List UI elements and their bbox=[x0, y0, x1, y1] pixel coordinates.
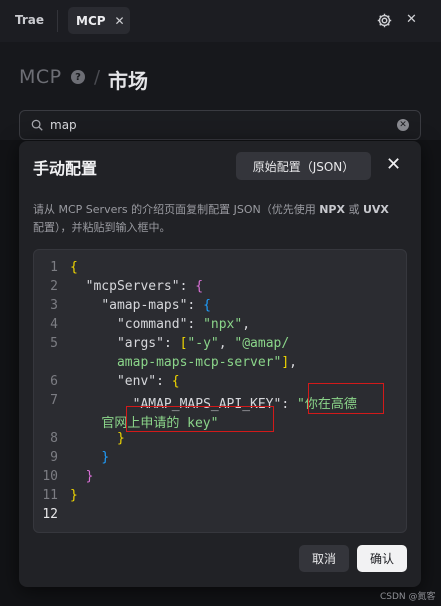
code-line: "args": ["-y", "@amap/ bbox=[116, 336, 290, 351]
code-line: "env": { bbox=[116, 374, 180, 389]
close-icon[interactable]: ✕ bbox=[406, 12, 417, 27]
tab-divider bbox=[57, 10, 58, 32]
clear-search-icon[interactable]: ✕ bbox=[397, 119, 409, 131]
dialog-description: 请从 MCP Servers 的介绍页面复制配置 JSON（优先使用 NPX 或… bbox=[33, 203, 389, 234]
page-title: 市场 bbox=[108, 69, 148, 93]
tab-mcp-label: MCP bbox=[76, 13, 106, 28]
code-line: "amap-maps": { bbox=[101, 298, 211, 313]
gear-icon[interactable] bbox=[376, 12, 393, 29]
code-line: "command": "npx", bbox=[116, 317, 251, 332]
line-number: 3 bbox=[50, 298, 58, 313]
breadcrumb-separator: / bbox=[94, 67, 101, 88]
line-number: 7 bbox=[50, 393, 58, 408]
tab-trae[interactable]: Trae bbox=[15, 13, 44, 27]
highlight-box bbox=[126, 406, 274, 432]
code-line: } bbox=[70, 488, 78, 503]
line-number: 1 bbox=[50, 260, 58, 275]
breadcrumb-mcp[interactable]: MCP bbox=[19, 66, 62, 88]
manual-config-dialog: 手动配置 原始配置（JSON） ✕ 请从 MCP Servers 的介绍页面复制… bbox=[19, 141, 421, 587]
line-number: 6 bbox=[50, 374, 58, 389]
line-number: 9 bbox=[50, 450, 58, 465]
raw-config-button[interactable]: 原始配置（JSON） bbox=[236, 152, 371, 180]
tab-mcp[interactable]: MCP ✕ bbox=[68, 7, 130, 34]
line-number: 12 bbox=[42, 507, 58, 522]
cancel-button[interactable]: 取消 bbox=[299, 545, 349, 572]
line-number: 11 bbox=[42, 488, 58, 503]
dialog-title: 手动配置 bbox=[33, 159, 98, 178]
search-icon bbox=[31, 119, 43, 131]
tab-bar: Trae MCP ✕ ✕ bbox=[0, 0, 441, 42]
code-line: { bbox=[70, 260, 78, 275]
watermark: CSDN @氮客 bbox=[380, 592, 436, 602]
code-line: "mcpServers": { bbox=[85, 279, 204, 294]
json-editor[interactable]: 1 2 3 4 5 6 7 8 9 10 11 12 { "mcpServers… bbox=[33, 249, 407, 533]
code-line: amap-maps-mcp-server"], bbox=[116, 355, 297, 370]
code-line: } bbox=[116, 431, 125, 446]
line-number: 4 bbox=[50, 317, 58, 332]
help-icon[interactable]: ? bbox=[71, 70, 85, 84]
search-input[interactable] bbox=[50, 116, 380, 134]
search-box: ✕ bbox=[19, 110, 421, 140]
line-number: 10 bbox=[42, 469, 58, 484]
highlight-box bbox=[308, 383, 384, 414]
line-number: 2 bbox=[50, 279, 58, 294]
confirm-button[interactable]: 确认 bbox=[357, 545, 407, 572]
code-line: } bbox=[85, 469, 94, 484]
dialog-close-icon[interactable]: ✕ bbox=[386, 154, 401, 175]
code-line: } bbox=[101, 450, 110, 465]
line-number: 8 bbox=[50, 431, 58, 446]
line-number: 5 bbox=[50, 336, 58, 351]
tab-close-icon[interactable]: ✕ bbox=[115, 14, 125, 28]
